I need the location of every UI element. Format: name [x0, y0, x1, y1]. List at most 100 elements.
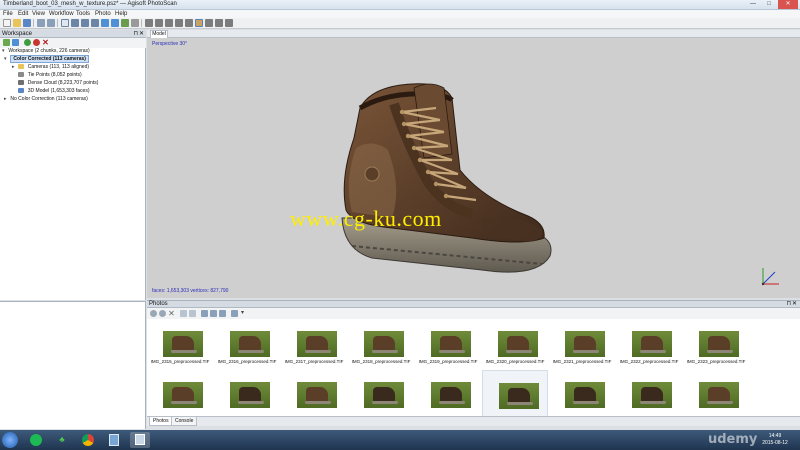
enable-camera-icon[interactable] — [150, 310, 157, 317]
remove-icon[interactable]: ✕ — [42, 39, 49, 47]
view-mode-icon[interactable] — [231, 310, 238, 317]
axes-icon[interactable] — [225, 19, 233, 27]
photo-thumbnail[interactable]: IMG_2315_preprocessed.TIF — [147, 319, 213, 366]
close-window-button[interactable]: ✕ — [778, 0, 798, 9]
clover-icon[interactable]: ♣ — [52, 432, 72, 448]
save-icon[interactable] — [23, 19, 31, 27]
region-icon[interactable] — [215, 19, 223, 27]
photo-thumbnail[interactable] — [616, 370, 682, 416]
menu-tools[interactable]: Tools — [76, 10, 90, 18]
menu-edit[interactable]: Edit — [18, 10, 28, 18]
photo-thumbnail-selected[interactable] — [482, 370, 548, 416]
menu-help[interactable]: Help — [115, 10, 127, 18]
spotify-icon[interactable] — [26, 432, 46, 448]
expand-icon[interactable]: ▸ — [4, 96, 9, 103]
photos-grid: IMG_2315_preprocessed.TIF IMG_2316_prepr… — [147, 319, 800, 416]
tree-chunk-color-corrected[interactable]: ▾ Color Corrected (113 cameras) — [4, 55, 89, 63]
photos-toolbar: ✕ ▾ — [147, 308, 800, 319]
enable-icon[interactable] — [24, 39, 31, 46]
close-icon[interactable]: ✕ — [139, 30, 144, 38]
photoscan-taskbar-icon[interactable] — [130, 432, 150, 448]
point-cloud-icon[interactable] — [145, 19, 153, 27]
cameras-icon[interactable] — [205, 19, 213, 27]
menu-view[interactable]: View — [32, 10, 45, 18]
pin-icon[interactable]: ⊓ — [133, 30, 138, 38]
rotate-left-icon[interactable] — [180, 310, 187, 317]
photo-thumbnail[interactable] — [214, 370, 280, 416]
photo-thumbnail[interactable]: IMG_2317_preprocessed.TIF — [281, 319, 347, 366]
menu-bar: File Edit View Workflow Tools Photo Help — [0, 10, 800, 18]
rotate-right-icon[interactable] — [189, 310, 196, 317]
add-photos-icon[interactable] — [12, 39, 19, 46]
mask-icon[interactable] — [201, 310, 208, 317]
tree-cameras[interactable]: ▸ Cameras (113, 113 aligned) — [12, 64, 89, 71]
media-icon[interactable] — [104, 432, 124, 448]
export-masks-icon[interactable] — [219, 310, 226, 317]
disable-camera-icon[interactable] — [159, 310, 166, 317]
tree-chunk-label: Color Corrected (113 cameras) — [10, 55, 89, 63]
tree-dense-cloud[interactable]: Dense Cloud (8,223,707 points) — [12, 80, 98, 87]
photo-thumbnail[interactable] — [147, 370, 213, 416]
zoom-out-icon[interactable] — [111, 19, 119, 27]
dense-cloud-icon[interactable] — [155, 19, 163, 27]
undo-icon[interactable] — [37, 19, 45, 27]
tree-3d-model[interactable]: 3D Model (1,653,303 faces) — [12, 88, 89, 95]
redo-icon[interactable] — [47, 19, 55, 27]
import-masks-icon[interactable] — [210, 310, 217, 317]
photo-thumbnail[interactable]: IMG_2323_preprocessed.TIF — [683, 319, 749, 366]
photo-thumbnail[interactable] — [415, 370, 481, 416]
photo-thumbnail[interactable] — [683, 370, 749, 416]
photo-thumbnail[interactable] — [549, 370, 615, 416]
disable-icon[interactable] — [33, 39, 40, 46]
start-button[interactable] — [2, 432, 18, 448]
folder-icon — [18, 64, 25, 70]
chevron-down-icon[interactable]: ▾ — [239, 310, 246, 317]
photo-thumbnail[interactable] — [281, 370, 347, 416]
close-icon[interactable]: ✕ — [792, 301, 797, 308]
clock-date: 2015-08-12 — [762, 440, 788, 446]
boot-model[interactable] — [332, 78, 562, 283]
system-clock[interactable]: 14:49 2015-08-12 — [757, 433, 793, 447]
photo-thumbnail[interactable]: IMG_2318_preprocessed.TIF — [348, 319, 414, 366]
photo-caption: IMG_2319_preprocessed.TIF — [418, 359, 478, 364]
expand-icon[interactable]: ▸ — [12, 64, 17, 71]
axes-gizmo-icon — [761, 268, 779, 286]
chrome-icon[interactable] — [78, 432, 98, 448]
textured-icon[interactable] — [195, 19, 203, 27]
menu-file[interactable]: File — [3, 10, 13, 18]
photo-thumbnail[interactable] — [348, 370, 414, 416]
scale-icon[interactable] — [91, 19, 99, 27]
tree-root[interactable]: ▾ Workspace (2 chunks, 226 cameras) — [2, 48, 90, 55]
menu-workflow[interactable]: Workflow — [49, 10, 74, 18]
photo-thumbnail[interactable]: IMG_2319_preprocessed.TIF — [415, 319, 481, 366]
reset-view-icon[interactable] — [121, 19, 129, 27]
rotate-icon[interactable] — [81, 19, 89, 27]
photo-thumbnail[interactable]: IMG_2320_preprocessed.TIF — [482, 319, 548, 366]
tree-chunk-no-color-correction[interactable]: ▸ No Color Correction (113 cameras) — [4, 96, 88, 103]
tab-model[interactable]: Model — [150, 30, 168, 38]
solid-icon[interactable] — [175, 19, 183, 27]
maximize-button[interactable]: □ — [762, 0, 776, 9]
zoom-in-icon[interactable] — [101, 19, 109, 27]
minimize-button[interactable]: — — [746, 0, 760, 9]
tree-tie-points[interactable]: Tie Points (8,052 points) — [12, 72, 82, 79]
wireframe-icon[interactable] — [185, 19, 193, 27]
add-chunk-icon[interactable] — [3, 39, 10, 46]
ruler-icon[interactable] — [131, 19, 139, 27]
collapse-icon[interactable]: ▾ — [2, 48, 7, 55]
photo-thumbnail[interactable]: IMG_2316_preprocessed.TIF — [214, 319, 280, 366]
pin-icon[interactable]: ⊓ — [786, 301, 791, 308]
collapse-icon[interactable]: ▾ — [4, 56, 9, 63]
select-icon[interactable] — [61, 19, 69, 27]
tab-photos[interactable]: Photos — [149, 417, 173, 426]
menu-photo[interactable]: Photo — [95, 10, 111, 18]
move-icon[interactable] — [71, 19, 79, 27]
remove-camera-icon[interactable]: ✕ — [168, 310, 175, 318]
photo-thumbnail[interactable]: IMG_2321_preprocessed.TIF — [549, 319, 615, 366]
new-icon[interactable] — [3, 19, 11, 27]
open-icon[interactable] — [13, 19, 21, 27]
tab-console[interactable]: Console — [171, 417, 198, 426]
photo-thumbnail[interactable]: IMG_2322_preprocessed.TIF — [616, 319, 682, 366]
shaded-icon[interactable] — [165, 19, 173, 27]
model-viewport[interactable]: Perspective 30° www.cg-ku.com faces: 1,6… — [147, 38, 800, 298]
